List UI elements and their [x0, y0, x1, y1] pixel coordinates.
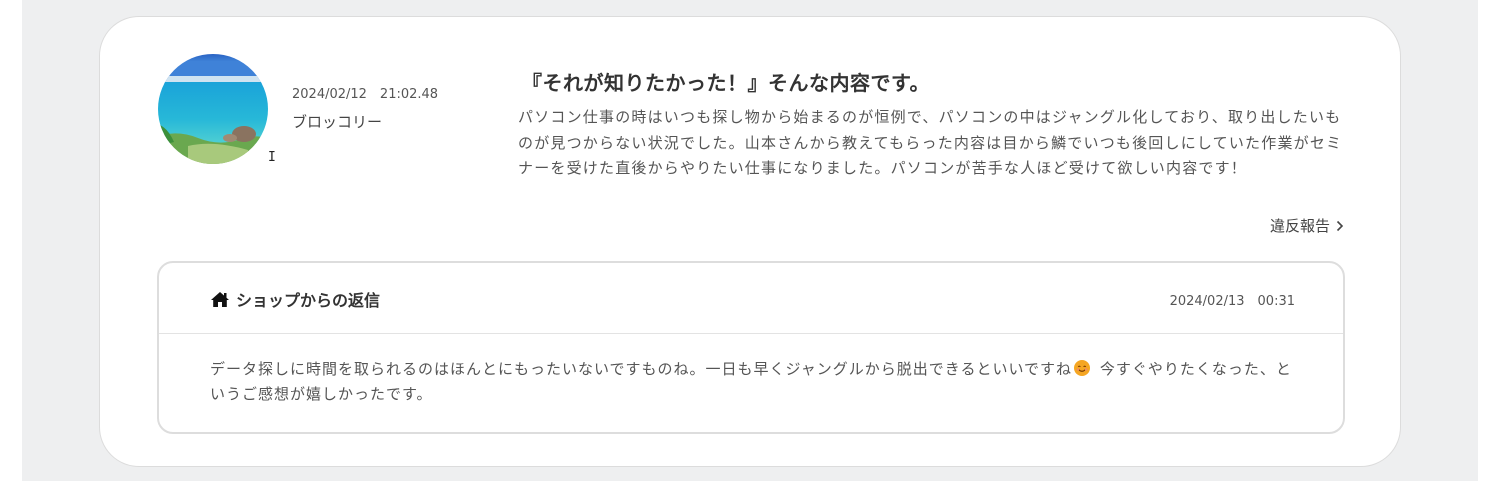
shop-reply-body: データ探しに時間を取られるのはほんとにもったいないですものね。一日も早くジャング…: [210, 357, 1300, 407]
review-card: I 2024/02/12 21:02.48 ブロッコリー 『それが知りたかった！…: [99, 16, 1401, 467]
shop-reply-date: 2024/02/13 00:31: [1169, 294, 1295, 309]
home-icon: [211, 291, 229, 307]
review-title: 『それが知りたかった！』そんな内容です。: [522, 71, 930, 95]
shop-reply-text-1: データ探しに時間を取られるのはほんとにもったいないですものね。一日も早くジャング…: [210, 360, 1073, 378]
review-body: パソコン仕事の時はいつも探し物から始まるのが恒例で、パソコンの中はジャングル化し…: [518, 108, 1343, 177]
text-cursor-icon: I: [268, 150, 276, 165]
smiling-face-emoji-icon: [1074, 360, 1091, 376]
shop-reply-box: ショップからの返信 2024/02/13 00:31 データ探しに時間を取られる…: [157, 261, 1345, 434]
chevron-right-icon: [1336, 220, 1344, 231]
report-violation-link[interactable]: 違反報告: [1270, 215, 1344, 236]
shop-reply-title: ショップからの返信: [210, 287, 380, 311]
reviewer-avatar: [158, 54, 268, 164]
shop-reply-header: ショップからの返信 2024/02/13 00:31: [159, 263, 1343, 334]
shop-reply-title-text: ショップからの返信: [236, 291, 381, 310]
review-date: 2024/02/12 21:02.48: [292, 87, 439, 102]
reviewer-name: ブロッコリー: [292, 113, 383, 131]
report-violation-label: 違反報告: [1269, 217, 1330, 235]
